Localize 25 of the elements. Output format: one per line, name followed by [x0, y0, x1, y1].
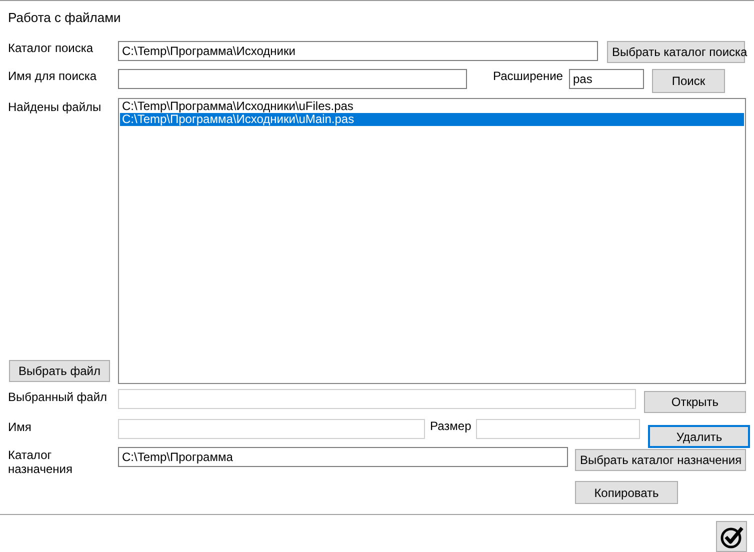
- text-field[interactable]: C:\Temp\Программа: [118, 447, 568, 467]
- field-label: Каталог назначения: [7, 448, 74, 476]
- field-label: Имя для поиска: [7, 69, 98, 83]
- text-field[interactable]: [118, 69, 467, 89]
- field-label: Расширение: [493, 69, 563, 83]
- field-label: Выбранный файл: [7, 390, 108, 404]
- search-button[interactable]: Поиск: [652, 69, 725, 93]
- field-label: Найдены файлы: [7, 100, 102, 114]
- field-label: Имя: [7, 420, 32, 434]
- file-list[interactable]: C:\Temp\Программа\Исходники\uFiles.pas C:\Temp\Программа\Исходники\uMain.pas: [118, 98, 746, 384]
- field-label: Размер: [430, 419, 472, 433]
- window-title: Работа с файлами: [8, 10, 122, 25]
- copy-button[interactable]: Копировать: [575, 481, 678, 504]
- check-circle-icon: [720, 524, 744, 548]
- field-label: Каталог поиска: [7, 41, 94, 55]
- choose-file-button[interactable]: Выбрать файл: [9, 360, 110, 382]
- confirm-button[interactable]: [716, 521, 747, 552]
- file-list-item[interactable]: C:\Temp\Программа\Исходники\uFiles.pas: [120, 100, 744, 113]
- text-field[interactable]: C:\Temp\Программа\Исходники: [118, 41, 598, 61]
- open-button[interactable]: Открыть: [644, 391, 746, 413]
- delete-button[interactable]: Удалить: [648, 425, 750, 448]
- file-list-item[interactable]: C:\Temp\Программа\Исходники\uMain.pas: [120, 113, 744, 126]
- text-field[interactable]: pas: [568, 69, 644, 89]
- choose-folder-button[interactable]: Выбрать каталог поиска: [607, 41, 745, 63]
- choose-folder-button[interactable]: Выбрать каталог назначения: [575, 449, 746, 471]
